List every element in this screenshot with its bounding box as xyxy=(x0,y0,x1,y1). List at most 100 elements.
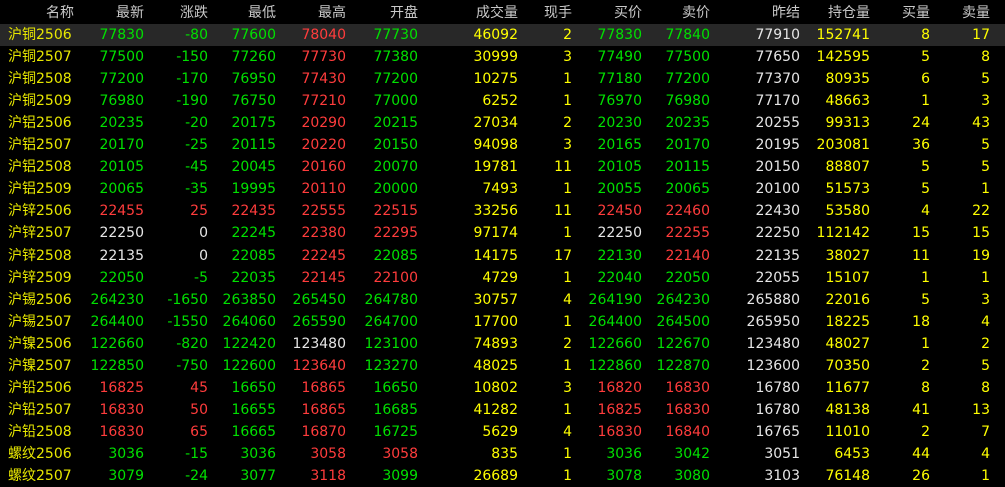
open-price: 20150 xyxy=(373,137,418,154)
bid-size: 4 xyxy=(921,203,930,220)
low-price: 16650 xyxy=(231,379,276,396)
col-header-open-interest[interactable]: 持仓量 xyxy=(802,2,870,24)
quote-row[interactable]: 沪铜2506 77830 -80 77600 78040 77730 46092 2 77830… xyxy=(0,24,1005,46)
bid-size: 2 xyxy=(921,423,930,440)
bid-price: 264400 xyxy=(588,313,642,330)
col-header-high[interactable]: 最高 xyxy=(278,2,346,24)
quote-row[interactable]: 沪锌2508 22135 0 22085 22245 22085 14175 17 22130 2… xyxy=(0,245,1005,267)
last-qty: 1 xyxy=(563,357,572,374)
ask-size: 7 xyxy=(981,423,990,440)
contract-name: 沪铅2507 xyxy=(8,401,72,418)
quote-row[interactable]: 沪锌2509 22050 -5 22035 22145 22100 4729 1 22040 22… xyxy=(0,267,1005,289)
low-price: 16655 xyxy=(231,401,276,418)
last-qty: 1 xyxy=(563,93,572,110)
low-price: 77260 xyxy=(231,49,276,66)
quote-row[interactable]: 沪镍2507 122850 -750 122600 123640 123270 48025 1… xyxy=(0,355,1005,377)
low-price: 76950 xyxy=(231,71,276,88)
quote-row[interactable]: 沪锌2506 22455 25 22435 22555 22515 33256 11 22450… xyxy=(0,200,1005,222)
col-header-last[interactable]: 最新 xyxy=(80,2,144,24)
change: -150 xyxy=(176,49,208,66)
quote-row[interactable]: 沪铅2507 16830 50 16655 16865 16685 41282 1 16825 1… xyxy=(0,399,1005,421)
col-header-name[interactable]: 名称 xyxy=(8,2,74,24)
col-header-change[interactable]: 涨跌 xyxy=(146,2,208,24)
bid-price: 3036 xyxy=(606,445,642,462)
quote-row[interactable]: 沪铝2509 20065 -35 19995 20110 20000 7493 1 20055 2… xyxy=(0,178,1005,200)
ask-size: 43 xyxy=(972,115,990,132)
high-price: 3118 xyxy=(310,468,346,484)
volume: 19781 xyxy=(473,159,518,176)
open-interest: 88807 xyxy=(825,159,870,176)
quote-row[interactable]: 沪铝2506 20235 -20 20175 20290 20215 27034 2 20230… xyxy=(0,112,1005,134)
high-price: 77210 xyxy=(301,93,346,110)
low-price: 22035 xyxy=(231,269,276,286)
quote-row[interactable]: 螺纹2506 3036 -15 3036 3058 3058 835 1 3036 3042 305… xyxy=(0,443,1005,465)
quote-row[interactable]: 沪锌2507 22250 0 22245 22380 22295 97174 1 22250 22… xyxy=(0,222,1005,244)
ask-price: 22255 xyxy=(665,225,710,242)
last-price: 20170 xyxy=(99,137,144,154)
contract-name: 沪铜2506 xyxy=(8,27,72,43)
low-price: 22435 xyxy=(231,203,276,220)
ask-size: 13 xyxy=(972,401,990,418)
quote-row[interactable]: 沪锡2506 264230 -1650 263850 265450 264780 30757… xyxy=(0,289,1005,311)
ask-size: 19 xyxy=(972,247,990,264)
col-header-bid-size[interactable]: 买量 xyxy=(872,2,930,24)
prev-settle: 22430 xyxy=(755,203,800,220)
open-price: 20000 xyxy=(373,181,418,198)
col-header-ask-size[interactable]: 卖量 xyxy=(932,2,990,24)
bid-price: 20165 xyxy=(597,137,642,154)
col-header-low[interactable]: 最低 xyxy=(210,2,276,24)
ask-price: 16830 xyxy=(665,401,710,418)
col-header-prev-settle[interactable]: 昨结 xyxy=(712,2,800,24)
col-header-ask[interactable]: 卖价 xyxy=(644,2,710,24)
ask-size: 5 xyxy=(981,159,990,176)
open-price: 20215 xyxy=(373,115,418,132)
last-qty: 17 xyxy=(554,247,572,264)
volume: 7493 xyxy=(482,181,518,198)
contract-name: 沪铅2508 xyxy=(8,423,72,440)
bid-size: 41 xyxy=(912,401,930,418)
change: -24 xyxy=(185,468,208,484)
change: -170 xyxy=(176,71,208,88)
bid-price: 3078 xyxy=(606,468,642,484)
low-price: 122420 xyxy=(222,335,276,352)
prev-settle: 20255 xyxy=(755,115,800,132)
open-interest: 152741 xyxy=(816,27,870,43)
volume: 6252 xyxy=(482,93,518,110)
open-price: 264700 xyxy=(364,313,418,330)
quote-row[interactable]: 沪铅2506 16825 45 16650 16865 16650 10802 3 16820 1… xyxy=(0,377,1005,399)
change: -45 xyxy=(185,159,208,176)
quote-row[interactable]: 沪锡2507 264400 -1550 264060 265590 264700 17700… xyxy=(0,311,1005,333)
bid-price: 264190 xyxy=(588,291,642,308)
prev-settle: 16780 xyxy=(755,401,800,418)
quote-row[interactable]: 沪铝2507 20170 -25 20115 20220 20150 94098 3 20165… xyxy=(0,134,1005,156)
last-price: 122660 xyxy=(90,335,144,352)
col-header-bid[interactable]: 买价 xyxy=(574,2,642,24)
ask-size: 4 xyxy=(981,313,990,330)
quote-row[interactable]: 沪镍2506 122660 -820 122420 123480 123100 74893 2… xyxy=(0,333,1005,355)
prev-settle: 20150 xyxy=(755,159,800,176)
col-header-open[interactable]: 开盘 xyxy=(348,2,418,24)
open-interest: 112142 xyxy=(816,225,870,242)
prev-settle: 20100 xyxy=(755,181,800,198)
bid-price: 22130 xyxy=(597,247,642,264)
bid-size: 11 xyxy=(912,247,930,264)
bid-size: 2 xyxy=(921,357,930,374)
col-header-volume[interactable]: 成交量 xyxy=(420,2,518,24)
prev-settle: 22250 xyxy=(755,225,800,242)
change: -80 xyxy=(185,27,208,43)
bid-size: 1 xyxy=(921,269,930,286)
quote-row[interactable]: 螺纹2507 3079 -24 3077 3118 3099 26689 1 3078 3080 3… xyxy=(0,465,1005,487)
col-header-last-qty[interactable]: 现手 xyxy=(520,2,572,24)
bid-price: 16820 xyxy=(597,379,642,396)
volume: 17700 xyxy=(473,313,518,330)
change: -190 xyxy=(176,93,208,110)
last-qty: 1 xyxy=(563,225,572,242)
open-price: 3058 xyxy=(382,445,418,462)
quote-row[interactable]: 沪铝2508 20105 -45 20045 20160 20070 19781 11 2010… xyxy=(0,156,1005,178)
quote-row[interactable]: 沪铜2508 77200 -170 76950 77430 77200 10275 1 7718… xyxy=(0,68,1005,90)
quote-row[interactable]: 沪铜2509 76980 -190 76750 77210 77000 6252 1 76970… xyxy=(0,90,1005,112)
open-interest: 142595 xyxy=(816,49,870,66)
high-price: 20290 xyxy=(301,115,346,132)
quote-row[interactable]: 沪铅2508 16830 65 16665 16870 16725 5629 4 16830 16… xyxy=(0,421,1005,443)
quote-row[interactable]: 沪铜2507 77500 -150 77260 77730 77380 30999 3 7749… xyxy=(0,46,1005,68)
